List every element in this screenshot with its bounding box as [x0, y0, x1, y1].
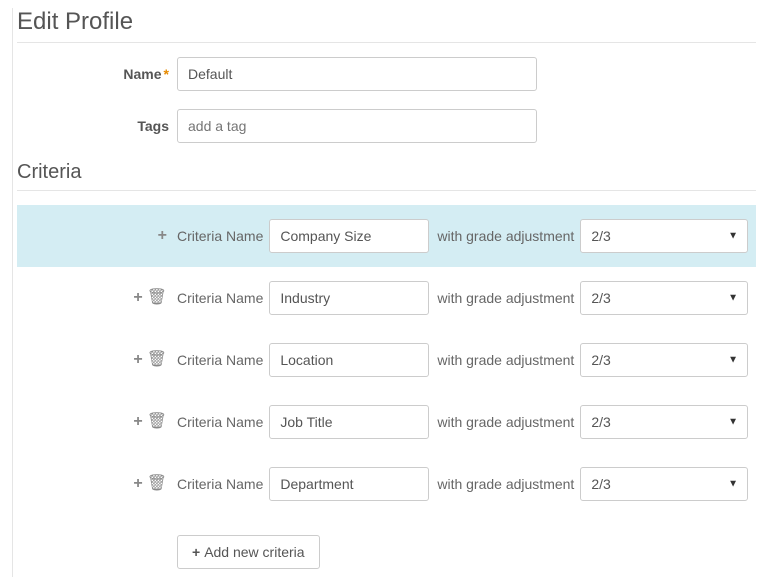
required-marker: *	[164, 66, 169, 82]
grade-select-wrap: 2/3▼	[580, 405, 748, 439]
trash-icon[interactable]: 🗑	[147, 476, 167, 492]
grade-select-wrap: 2/3▼	[580, 467, 748, 501]
criteria-name-input[interactable]	[269, 405, 429, 439]
criteria-name-label: Criteria Name	[177, 414, 263, 430]
plus-icon: +	[192, 544, 200, 560]
row-icons: +🗑	[25, 290, 177, 306]
grade-select-wrap: 2/3▼	[580, 281, 748, 315]
name-label-text: Name	[123, 66, 161, 82]
add-row-icon[interactable]: +	[158, 228, 167, 244]
criteria-name-label: Criteria Name	[177, 352, 263, 368]
trash-icon[interactable]: 🗑	[147, 352, 167, 368]
name-input[interactable]	[177, 57, 537, 91]
criteria-name-input[interactable]	[269, 281, 429, 315]
add-criteria-label: Add new criteria	[204, 544, 304, 560]
grade-adjustment-select[interactable]: 2/3	[580, 219, 748, 253]
name-label: Name*	[17, 66, 177, 82]
criteria-name-input[interactable]	[269, 219, 429, 253]
criteria-name-label: Criteria Name	[177, 228, 263, 244]
divider	[17, 42, 756, 43]
row-icons: +	[25, 228, 177, 244]
row-icons: +🗑	[25, 414, 177, 430]
criteria-title: Criteria	[17, 161, 756, 184]
grade-adjustment-select[interactable]: 2/3	[580, 281, 748, 315]
tags-label-text: Tags	[137, 118, 169, 134]
criteria-name-label: Criteria Name	[177, 476, 263, 492]
tags-input[interactable]	[177, 109, 537, 143]
row-icons: +🗑	[25, 352, 177, 368]
grade-adjustment-label: with grade adjustment	[437, 352, 574, 368]
grade-adjustment-label: with grade adjustment	[437, 476, 574, 492]
add-row-icon[interactable]: +	[133, 414, 142, 430]
criteria-row: +🗑Criteria Namewith grade adjustment2/3▼	[17, 453, 756, 515]
tags-row: Tags	[17, 109, 756, 143]
row-icons: +🗑	[25, 476, 177, 492]
trash-icon[interactable]: 🗑	[147, 290, 167, 306]
grade-adjustment-select[interactable]: 2/3	[580, 405, 748, 439]
criteria-row: +🗑Criteria Namewith grade adjustment2/3▼	[17, 267, 756, 329]
criteria-name-input[interactable]	[269, 343, 429, 377]
add-row-icon[interactable]: +	[133, 290, 142, 306]
grade-select-wrap: 2/3▼	[580, 343, 748, 377]
criteria-row: +🗑Criteria Namewith grade adjustment2/3▼	[17, 329, 756, 391]
trash-icon[interactable]: 🗑	[147, 414, 167, 430]
add-criteria-button[interactable]: +Add new criteria	[177, 535, 320, 569]
criteria-row: +🗑Criteria Namewith grade adjustment2/3▼	[17, 391, 756, 453]
grade-adjustment-label: with grade adjustment	[437, 228, 574, 244]
grade-adjustment-label: with grade adjustment	[437, 290, 574, 306]
add-row-icon[interactable]: +	[133, 352, 142, 368]
divider	[17, 190, 756, 191]
grade-adjustment-select[interactable]: 2/3	[580, 467, 748, 501]
criteria-name-label: Criteria Name	[177, 290, 263, 306]
criteria-name-input[interactable]	[269, 467, 429, 501]
criteria-list: +Criteria Namewith grade adjustment2/3▼+…	[17, 205, 756, 515]
grade-adjustment-select[interactable]: 2/3	[580, 343, 748, 377]
name-row: Name*	[17, 57, 756, 91]
criteria-row: + Criteria Name with grade adjustment 2/3▼	[17, 205, 756, 267]
page-title: Edit Profile	[17, 8, 756, 36]
tags-label: Tags	[17, 118, 177, 134]
add-row-icon[interactable]: +	[133, 476, 142, 492]
grade-adjustment-label: with grade adjustment	[437, 414, 574, 430]
grade-select-wrap: 2/3▼	[580, 219, 748, 253]
